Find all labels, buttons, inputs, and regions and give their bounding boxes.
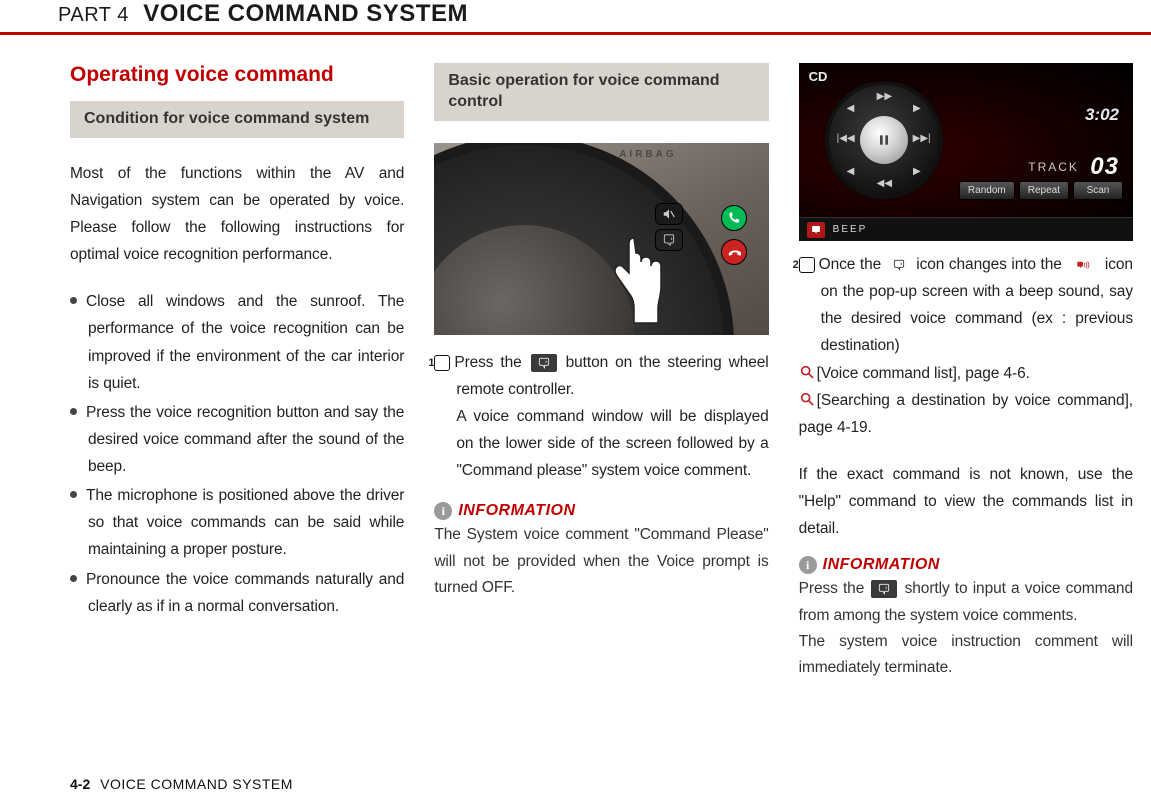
bullet-list: Close all windows and the sunroof. The p… [70,288,404,620]
beep-bar: BEEP [799,217,1133,241]
info-text: The System voice comment "Command Please… [434,522,768,601]
info-text-2b: The system voice instruction comment wil… [799,629,1133,682]
dial-prev-icon: |◀◀ [837,133,855,144]
voice-active-red-icon [1068,255,1098,275]
step-number-1: 1 [434,355,450,371]
section-heading: Operating voice command [70,63,404,87]
ref-voice-command-list: [Voice command list], page 4-6. [799,360,1133,387]
track-label: TRACK [1028,160,1079,174]
column-1: Operating voice command Condition for vo… [70,63,404,682]
steering-mute-button [655,203,683,225]
step-1-continued: A voice command window will be displayed… [434,403,768,484]
info-icon: i [434,502,452,520]
cd-label: CD [809,69,828,84]
voice-button-icon [871,580,897,598]
step-number-2: 2 [799,257,815,273]
dial-btn: ◀ [847,103,855,114]
voice-button-icon [531,354,557,372]
info-text-2: Press the shortly to input a voice comma… [799,576,1133,629]
bullet-item: Press the voice recognition button and s… [70,399,404,480]
page-footer: 4-2 VOICE COMMAND SYSTEM [70,776,293,792]
cd-time: 3:02 [1085,105,1119,125]
random-button: Random [959,181,1015,200]
beep-label: BEEP [833,224,868,235]
cd-player-screenshot: CD 3:02 ▶▶ ◀◀ |◀◀ ▶▶| ◀ ▶ ◀ ▶ TRACK 03 R… [799,63,1133,241]
track-row: TRACK 03 [1028,153,1119,181]
bullet-item: Pronounce the voice commands naturally a… [70,566,404,620]
dial-btn: ▶ [913,103,921,114]
steering-end-button [721,239,747,265]
help-paragraph: If the exact command is not known, use t… [799,461,1133,542]
bullet-item: Close all windows and the sunroof. The p… [70,288,404,397]
step-2: 2Once the icon changes into the icon on … [799,251,1133,360]
steering-wheel-figure: AIRBAG [434,143,768,335]
info-icon: i [799,556,817,574]
dial-ff-icon: ▶▶ [877,91,892,102]
subhead-basic-op: Basic operation for voice command contro… [434,63,768,121]
dial-rw-icon: ◀◀ [877,178,892,189]
intro-paragraph: Most of the functions within the AV and … [70,160,404,269]
ref-search-destination: [Searching a destination by voice comman… [799,387,1133,441]
voice-idle-icon [888,255,910,275]
step-1: 1Press the button on the steering wheel … [434,349,768,403]
track-number: 03 [1090,153,1119,180]
airbag-label: AIRBAG [619,149,676,160]
magnifier-icon [799,362,815,378]
dial-next-icon: ▶▶| [913,133,931,144]
information-heading-2: i INFORMATION [799,556,1133,574]
footer-title: VOICE COMMAND SYSTEM [100,776,293,792]
magnifier-icon [799,389,815,405]
page-header: PART 4 VOICE COMMAND SYSTEM [0,0,1151,35]
hand-pointer-icon [599,233,669,328]
dial-btn: ▶ [913,166,921,177]
steering-call-button [721,205,747,231]
repeat-button: Repeat [1019,181,1069,200]
play-pause-icon [860,116,908,164]
column-3: CD 3:02 ▶▶ ◀◀ |◀◀ ▶▶| ◀ ▶ ◀ ▶ TRACK 03 R… [799,63,1133,682]
column-2: Basic operation for voice command contro… [434,63,768,682]
subhead-condition: Condition for voice command system [70,101,404,138]
information-heading: i INFORMATION [434,502,768,520]
page-title: VOICE COMMAND SYSTEM [143,0,468,27]
part-label: PART 4 [58,4,129,26]
page-number: 4-2 [70,776,90,792]
cd-button-row: Random Repeat Scan [959,181,1123,200]
info-label: INFORMATION [823,556,940,574]
content-columns: Operating voice command Condition for vo… [0,63,1151,682]
scan-button: Scan [1073,181,1123,200]
dial-btn: ◀ [847,166,855,177]
info-label: INFORMATION [458,502,575,520]
cd-dial: ▶▶ ◀◀ |◀◀ ▶▶| ◀ ▶ ◀ ▶ [829,85,939,195]
voice-active-icon [807,222,825,238]
bullet-item: The microphone is positioned above the d… [70,482,404,563]
